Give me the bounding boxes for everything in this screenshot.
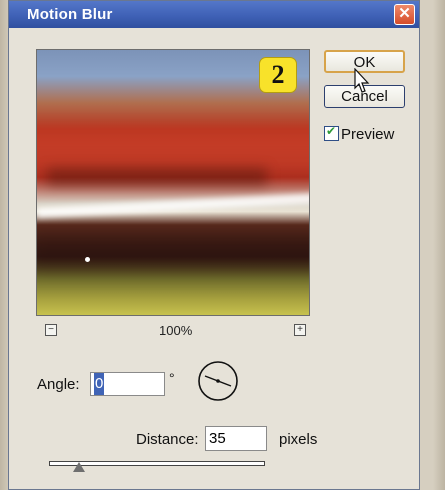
angle-input[interactable]: 0 bbox=[90, 372, 165, 396]
title-bar[interactable]: Motion Blur ✕ bbox=[9, 1, 419, 28]
motion-blur-dialog: Motion Blur ✕ 2 OK Cancel Preview − 100%… bbox=[8, 0, 420, 490]
angle-dial[interactable] bbox=[197, 360, 239, 402]
dialog-title: Motion Blur bbox=[27, 6, 113, 23]
zoom-out-icon[interactable]: − bbox=[45, 324, 57, 336]
close-icon[interactable]: ✕ bbox=[394, 4, 415, 25]
preview-checkbox-label: Preview bbox=[341, 126, 395, 143]
preview-checkbox[interactable]: Preview bbox=[324, 124, 395, 143]
degree-unit: ° bbox=[169, 370, 175, 386]
distance-input[interactable]: 35 bbox=[205, 426, 267, 451]
zoom-in-icon[interactable]: + bbox=[294, 324, 306, 336]
checkbox-checked-icon[interactable] bbox=[324, 124, 339, 141]
step-badge: 2 bbox=[259, 57, 297, 93]
preview-blur-dark bbox=[37, 235, 309, 270]
cursor-icon bbox=[354, 68, 370, 93]
distance-value: 35 bbox=[209, 430, 226, 447]
preview-highlight bbox=[85, 257, 90, 262]
angle-label: Angle: bbox=[37, 376, 80, 393]
preview-blur-streak bbox=[37, 192, 309, 218]
pixels-unit: pixels bbox=[279, 431, 318, 448]
distance-label: Distance: bbox=[136, 431, 199, 448]
preview-blur-red bbox=[37, 132, 309, 172]
distance-slider-thumb[interactable] bbox=[73, 462, 86, 472]
preview-blur-shadow bbox=[47, 168, 267, 186]
zoom-level: 100% bbox=[159, 323, 193, 338]
angle-value: 0 bbox=[94, 373, 105, 395]
